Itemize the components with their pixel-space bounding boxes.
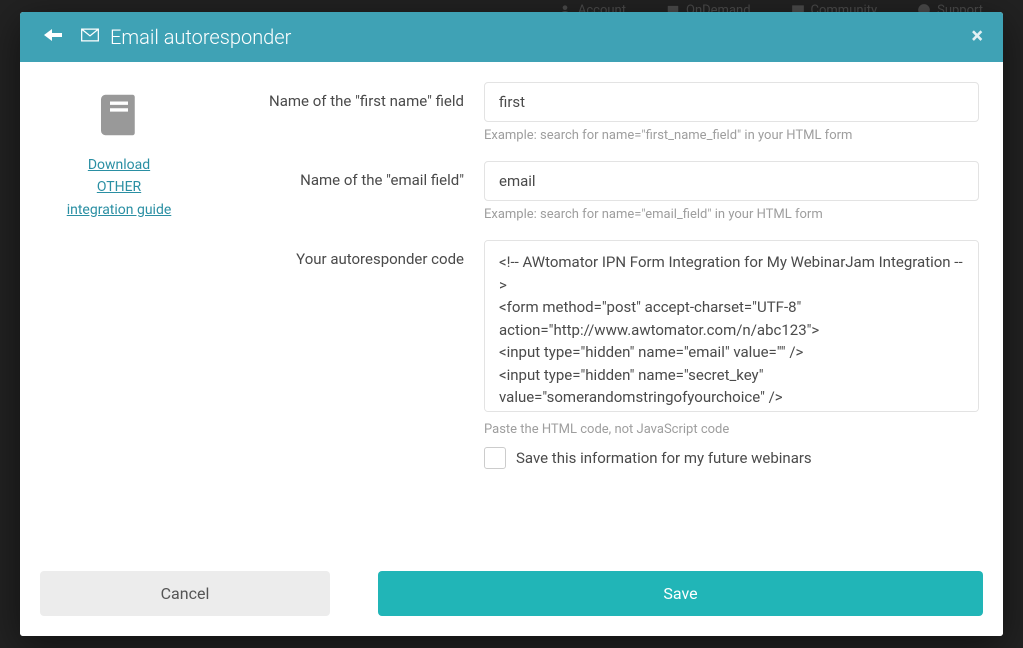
- autoresponder-code-help: Paste the HTML code, not JavaScript code: [484, 422, 979, 437]
- modal-header: Email autoresponder ×: [20, 12, 1003, 62]
- first-name-help: Example: search for name="first_name_fie…: [484, 128, 979, 143]
- autoresponder-code-label: Your autoresponder code: [204, 240, 484, 268]
- save-button[interactable]: Save: [378, 571, 983, 616]
- download-integration-guide-link[interactable]: Download OTHER integration guide: [44, 154, 194, 221]
- email-field-input[interactable]: [484, 161, 979, 201]
- modal-body: Download OTHER integration guide Name of…: [20, 62, 1003, 557]
- email-field-label: Name of the "email field": [204, 161, 484, 189]
- save-future-checkbox[interactable]: [484, 447, 506, 469]
- modal-footer: Cancel Save: [20, 557, 1003, 636]
- first-name-field-input[interactable]: [484, 82, 979, 122]
- email-help: Example: search for name="email_field" i…: [484, 207, 979, 222]
- form: Name of the "first name" field Example: …: [204, 82, 979, 547]
- first-name-field-label: Name of the "first name" field: [204, 82, 484, 110]
- modal: Email autoresponder × Download OTHER int…: [20, 12, 1003, 636]
- book-icon: [44, 88, 194, 146]
- autoresponder-code-textarea[interactable]: [484, 240, 979, 412]
- back-icon[interactable]: [40, 24, 66, 50]
- cancel-button[interactable]: Cancel: [40, 571, 330, 616]
- dl-link-line1: Download: [88, 157, 150, 173]
- modal-title: Email autoresponder: [110, 25, 291, 49]
- dl-link-line3: integration guide: [67, 202, 172, 218]
- dl-link-line2: OTHER: [97, 179, 141, 195]
- close-icon[interactable]: ×: [971, 26, 983, 48]
- save-future-label: Save this information for my future webi…: [516, 449, 812, 467]
- guide-sidebar: Download OTHER integration guide: [44, 82, 194, 547]
- envelope-icon: [80, 25, 100, 50]
